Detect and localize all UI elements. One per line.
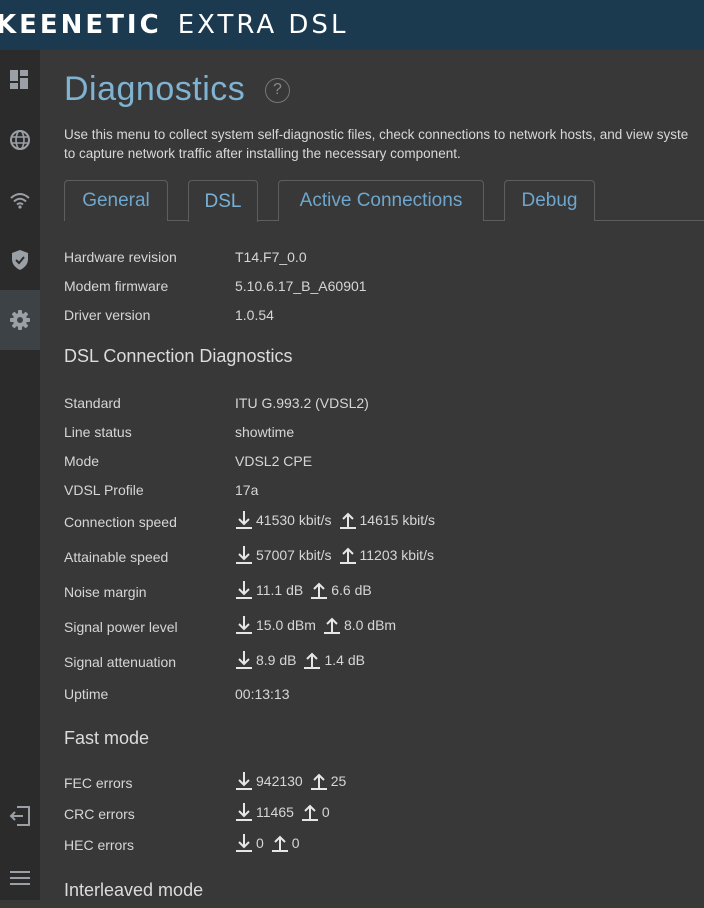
upload-arrow-icon [310,771,328,791]
download-arrow-icon [235,510,253,530]
fec-errors-value: 942130 25 [235,771,346,791]
signal-attenuation-value: 8.9 dB 1.4 dB [235,650,365,670]
brand-name: KEENETIC [0,10,162,40]
tab-general[interactable]: General [64,180,168,221]
gear-icon [10,310,30,330]
mode-value: VDSL2 CPE [235,453,313,469]
upload-arrow-icon [339,510,357,530]
upload-arrow-icon [303,650,321,670]
downstream-value: 15.0 dBm [256,617,316,633]
upstream-value: 0 [321,804,330,820]
menu-icon [10,871,30,885]
mode-label: Mode [64,453,100,469]
dashboard-icon [10,70,28,89]
vdsl-profile-value: 17a [235,482,259,498]
sidebar-item-internet[interactable] [0,110,40,170]
fec-errors-label: FEC errors [64,775,133,791]
upstream-value: 6.6 dB [331,582,372,598]
logout-icon [9,806,30,826]
upstream-value: 8.0 dBm [343,617,397,633]
sidebar [0,50,40,900]
downstream-value: 0 [256,835,264,851]
description-line: to capture network traffic after install… [64,146,461,161]
brand-model: EXTRA DSL [177,10,349,40]
uptime-label: Uptime [64,686,109,702]
sidebar-item-settings[interactable] [0,290,40,350]
page-description: Use this menu to collect system self-dia… [64,125,704,163]
brand-logo[interactable]: KEENETIC EXTRA DSL [0,10,348,40]
interleaved-mode-heading: Interleaved mode [64,880,204,900]
download-arrow-icon [235,650,253,670]
upload-arrow-icon [310,580,328,600]
download-arrow-icon [235,771,253,791]
downstream-value: 8.9 dB [256,652,297,668]
noise-margin-value: 11.1 dB 6.6 dB [235,580,372,600]
sidebar-item-wifi[interactable] [0,170,40,230]
attainable-speed-value: 57007 kbit/s 11203 kbit/s [235,545,434,565]
globe-icon [10,130,30,150]
uptime-value: 00:13:13 [235,686,290,702]
tab-debug[interactable]: Debug [504,180,595,221]
help-icon[interactable]: ? [265,78,290,103]
download-arrow-icon [235,545,253,565]
noise-margin-label: Noise margin [64,584,147,600]
downstream-value: 11465 [256,804,294,820]
download-arrow-icon [235,802,253,822]
sidebar-item-dashboard[interactable] [0,50,40,110]
crc-errors-value: 11465 0 [235,802,330,822]
fast-mode-heading: Fast mode [64,728,150,748]
upload-arrow-icon [339,545,357,565]
hec-errors-label: HEC errors [64,837,135,853]
connection-speed-value: 41530 kbit/s 14615 kbit/s [235,510,435,530]
dsl-section-heading: DSL Connection Diagnostics [64,346,293,366]
crc-errors-label: CRC errors [64,806,135,822]
upstream-value: 11203 kbit/s [359,547,434,563]
sidebar-item-security[interactable] [0,230,40,290]
standard-value: ITU G.993.2 (VDSL2) [235,395,369,411]
driver-version-label: Driver version [64,307,151,323]
download-arrow-icon [235,615,253,635]
sidebar-item-logout[interactable] [0,786,40,846]
wifi-icon [10,193,30,209]
upload-arrow-icon [323,615,341,635]
connection-speed-label: Connection speed [64,514,177,530]
tab-dsl[interactable]: DSL [188,180,258,222]
shield-icon [12,250,28,270]
modem-firmware-label: Modem firmware [64,278,169,294]
description-line: Use this menu to collect system self-dia… [64,127,689,142]
attainable-speed-label: Attainable speed [64,549,169,565]
upstream-value: 14615 kbit/s [359,512,436,528]
driver-version-value: 1.0.54 [235,307,274,323]
sidebar-item-menu[interactable] [0,848,40,908]
upstream-value: 0 [291,835,300,851]
modem-firmware-value: 5.10.6.17_B_A60901 [235,278,367,294]
top-bar: KEENETIC EXTRA DSL [0,0,704,50]
signal-power-label: Signal power level [64,619,178,635]
downstream-value: 41530 kbit/s [256,512,332,528]
upstream-value: 1.4 dB [324,652,365,668]
line-status-label: Line status [64,424,132,440]
signal-attenuation-label: Signal attenuation [64,654,177,670]
hec-errors-value: 00 [235,833,300,853]
standard-label: Standard [64,395,121,411]
hardware-revision-label: Hardware revision [64,249,177,265]
page-title: Diagnostics [64,70,246,108]
main-content: Diagnostics ? Use this menu to collect s… [40,50,704,900]
download-arrow-icon [235,833,253,853]
line-status-value: showtime [235,424,295,440]
downstream-value: 11.1 dB [256,582,304,598]
downstream-value: 57007 kbit/s [256,547,332,563]
downstream-value: 942130 [256,773,303,789]
download-arrow-icon [235,580,253,600]
signal-power-value: 15.0 dBm 8.0 dBm [235,615,396,635]
upload-arrow-icon [301,802,319,822]
upstream-value: 25 [330,773,347,789]
tab-active-connections[interactable]: Active Connections [278,180,484,221]
upload-arrow-icon [271,833,289,853]
vdsl-profile-label: VDSL Profile [64,482,144,498]
hardware-revision-value: T14.F7_0.0 [235,249,307,265]
